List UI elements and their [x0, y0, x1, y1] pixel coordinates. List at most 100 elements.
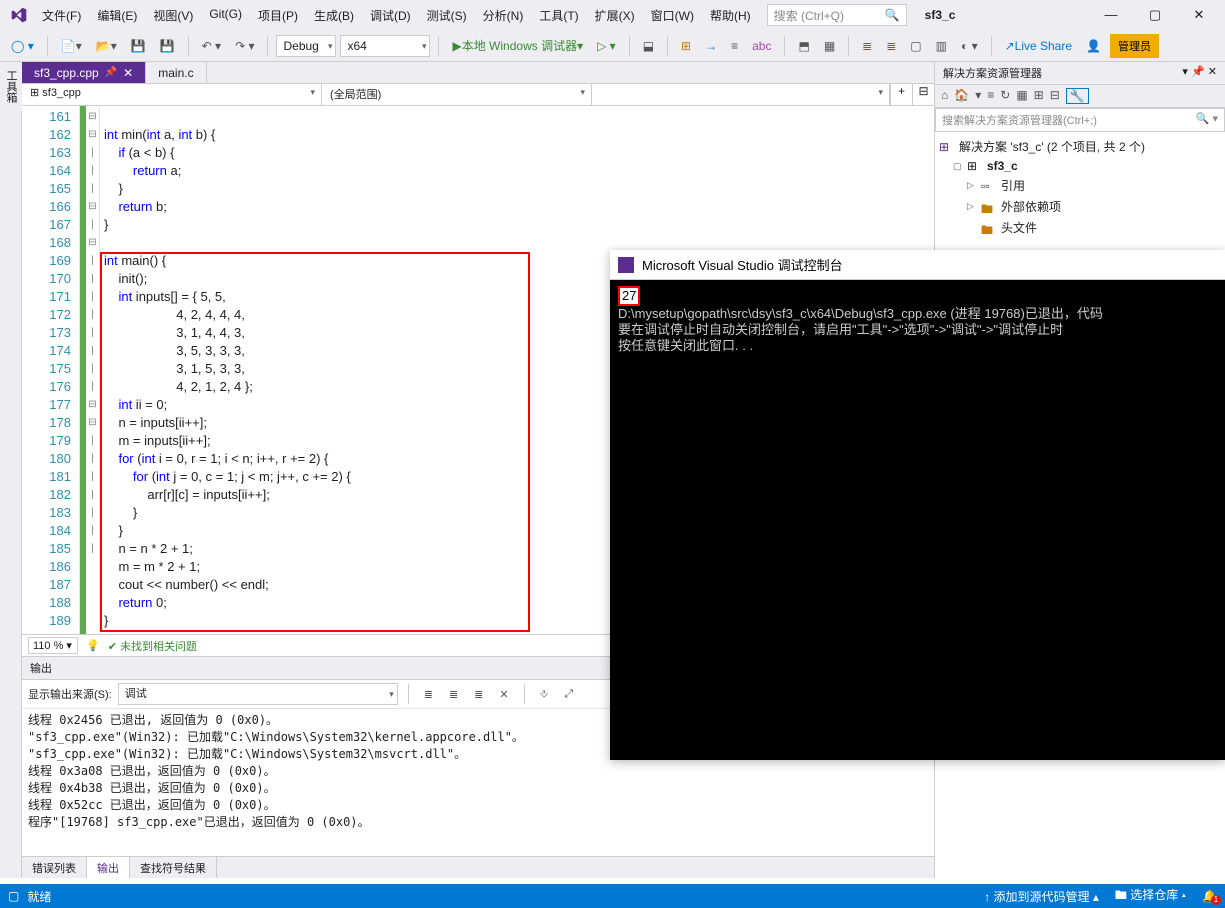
file-tabs: sf3_cpp.cpp 📌 ✕main.c — [22, 62, 934, 84]
minimize-button[interactable]: — — [1089, 1, 1133, 29]
solution-search[interactable]: 搜索解决方案资源管理器(Ctrl+;) 🔍 ▾ — [935, 108, 1225, 132]
menu-item[interactable]: Git(G) — [201, 3, 250, 28]
output-tb-5[interactable]: ⎀ — [535, 685, 554, 704]
output-title: 输出 — [30, 660, 52, 676]
sol-tool-6-icon[interactable]: ▦ — [1016, 88, 1027, 104]
highlight-box-main — [100, 252, 530, 632]
config-dropdown[interactable]: Debug — [276, 35, 336, 57]
sol-tool-7-icon[interactable]: ⊞ — [1034, 88, 1044, 104]
tb-icon-10[interactable]: ▢ — [905, 36, 926, 56]
status-ready: 就绪 — [27, 888, 51, 905]
output-tb-3[interactable]: ≣ — [469, 685, 488, 704]
output-tb-4[interactable]: ✕ — [494, 685, 513, 704]
solution-root[interactable]: 解决方案 'sf3_c' (2 个项目, 共 2 个) — [959, 138, 1145, 155]
bottom-tabs: 错误列表输出查找符号结果 — [22, 856, 934, 878]
sol-search-dd-icon: 🔍 ▾ — [1196, 112, 1218, 128]
open-button[interactable]: 📂▾ — [91, 36, 122, 56]
tb-icon-9[interactable]: ≣ — [881, 36, 901, 56]
nav-scope-2[interactable]: (全局范围) — [322, 84, 592, 105]
tree-references[interactable]: 引用 — [1001, 177, 1025, 194]
tb-icon-12[interactable]: ◐ ▾ — [956, 36, 983, 56]
tree-project[interactable]: sf3_c — [987, 159, 1018, 173]
status-repo[interactable]: 🖿 选择仓库 ▴ — [1115, 886, 1186, 907]
tb-icon-7[interactable]: ▦ — [819, 36, 840, 56]
status-source-control[interactable]: ↑ 添加到源代码管理 ▴ — [984, 888, 1099, 905]
menu-item[interactable]: 文件(F) — [34, 3, 89, 28]
tree-external-deps[interactable]: 外部依赖项 — [1001, 198, 1061, 215]
tb-icon-8[interactable]: ≣ — [857, 36, 877, 56]
sol-tool-4-icon[interactable]: ≡ — [987, 88, 994, 104]
live-share-button[interactable]: ↗ Live Share — [1000, 36, 1077, 56]
redo-button[interactable]: ↷ ▾ — [230, 36, 259, 56]
menu-item[interactable]: 扩展(X) — [587, 3, 643, 28]
sol-tool-refresh-icon[interactable]: ↻ — [1000, 88, 1010, 104]
file-tab[interactable]: sf3_cpp.cpp 📌 ✕ — [22, 62, 146, 83]
zoom-select[interactable]: 110 % ▾ — [28, 637, 78, 654]
title-bar: 文件(F)编辑(E)视图(V)Git(G)项目(P)生成(B)调试(D)测试(S… — [0, 0, 1225, 30]
status-bell[interactable]: 🔔1 — [1202, 889, 1217, 903]
lightbulb-icon[interactable]: 💡 — [86, 639, 100, 652]
tb-icon-3[interactable]: → — [700, 36, 722, 56]
output-tb-6[interactable]: ⤢ — [559, 685, 578, 704]
nav-scope-3[interactable] — [592, 84, 890, 105]
menu-item[interactable]: 生成(B) — [306, 3, 362, 28]
console-logo-icon — [618, 257, 634, 273]
output-tb-1[interactable]: ≣ — [419, 685, 438, 704]
menu-item[interactable]: 项目(P) — [250, 3, 306, 28]
toolbox-tab[interactable]: 工具箱 — [0, 62, 22, 111]
save-all-button[interactable]: 💾 — [155, 36, 180, 56]
console-output-value: 27 — [618, 286, 640, 306]
undo-button[interactable]: ↶ ▾ — [197, 36, 226, 56]
nav-bar: ⊞ sf3_cpp (全局范围) + ⊟ — [22, 84, 934, 106]
maximize-button[interactable]: ▢ — [1133, 1, 1177, 29]
menu-item[interactable]: 窗口(W) — [643, 3, 702, 28]
bottom-tab[interactable]: 输出 — [87, 857, 130, 878]
nav-back-button[interactable]: ◯ ▾ — [6, 36, 39, 56]
menu-item[interactable]: 调试(D) — [362, 3, 419, 28]
debug-console-window[interactable]: Microsoft Visual Studio 调试控制台 27 D:\myse… — [610, 250, 1225, 760]
console-titlebar[interactable]: Microsoft Visual Studio 调试控制台 — [610, 250, 1225, 280]
new-file-button[interactable]: 📄▾ — [56, 36, 87, 56]
tb-icon-4[interactable]: ≡ — [726, 36, 743, 56]
platform-dropdown[interactable]: x64 — [340, 35, 430, 57]
bottom-tab[interactable]: 错误列表 — [22, 857, 87, 878]
nav-split-button[interactable]: + — [890, 84, 912, 105]
console-body: 27 D:\mysetup\gopath\src\dsy\sf3_c\x64\D… — [610, 280, 1225, 360]
status-bar: ▢ 就绪 ↑ 添加到源代码管理 ▴ 🖿 选择仓库 ▴ 🔔1 — [0, 884, 1225, 908]
output-source-label: 显示输出来源(S): — [28, 686, 112, 702]
tb-icon-11[interactable]: ▥ — [931, 36, 952, 56]
sol-close-icon[interactable]: ✕ — [1208, 66, 1217, 78]
sol-tool-3-icon[interactable]: ▾ — [975, 88, 981, 104]
file-tab[interactable]: main.c — [146, 62, 206, 83]
tree-headers[interactable]: 头文件 — [1001, 219, 1037, 236]
menu-item[interactable]: 分析(N) — [475, 3, 532, 28]
tb-icon-6[interactable]: ⬒ — [793, 36, 814, 56]
sol-pin-icon[interactable]: ▾ — [1182, 66, 1188, 78]
title-project: sf3_c — [925, 8, 956, 22]
nav-scope-1[interactable]: ⊞ sf3_cpp — [22, 84, 322, 105]
sol-tool-2-icon[interactable]: 🏠 — [954, 88, 969, 104]
status-flag-icon[interactable]: ▢ — [8, 889, 19, 903]
sol-tool-8-icon[interactable]: ⊟ — [1050, 88, 1060, 104]
menu-item[interactable]: 工具(T) — [531, 3, 586, 28]
output-source-dropdown[interactable]: 调试 — [118, 683, 398, 705]
save-button[interactable]: 💾 — [126, 36, 151, 56]
menu-item[interactable]: 测试(S) — [419, 3, 475, 28]
tb-icon-5[interactable]: abc — [747, 36, 776, 56]
tb-icon-1[interactable]: ⬓ — [638, 36, 659, 56]
sol-tool-home-icon[interactable]: ⌂ — [941, 88, 948, 104]
close-button[interactable]: ✕ — [1177, 1, 1221, 29]
output-tb-2[interactable]: ≣ — [444, 685, 463, 704]
bottom-tab[interactable]: 查找符号结果 — [130, 857, 217, 878]
tb-icon-2[interactable]: ⊞ — [676, 36, 696, 56]
sol-pushpin-icon[interactable]: 📌 — [1191, 66, 1205, 78]
nav-split-v-button[interactable]: ⊟ — [912, 84, 934, 105]
sol-tool-wrench-icon[interactable]: 🔧 — [1066, 88, 1089, 104]
search-box[interactable]: 搜索 (Ctrl+Q) 🔍 — [767, 4, 907, 26]
start-debug-button[interactable]: ▶ 本地 Windows 调试器 ▾ — [447, 34, 588, 57]
menu-item[interactable]: 帮助(H) — [702, 3, 759, 28]
feedback-button[interactable]: 👤 — [1081, 36, 1106, 56]
start-nodebug-button[interactable]: ▷ ▾ — [592, 36, 621, 56]
menu-item[interactable]: 编辑(E) — [89, 3, 145, 28]
menu-item[interactable]: 视图(V) — [145, 3, 201, 28]
